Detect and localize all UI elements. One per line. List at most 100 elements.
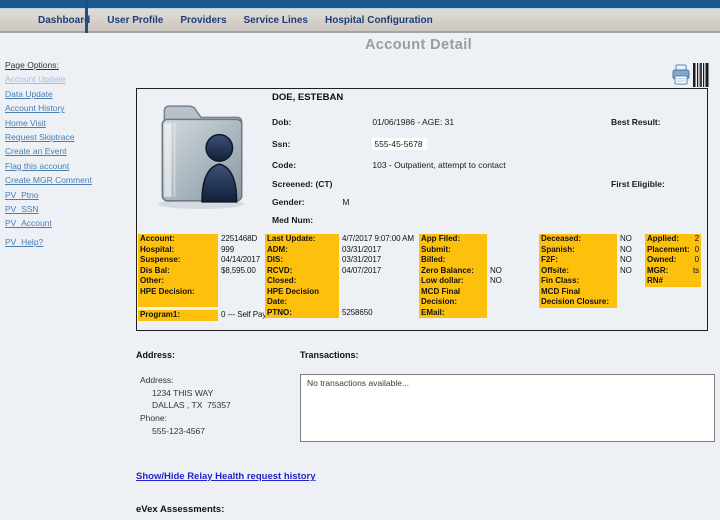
evex-assessments-header: eVex Assessments: — [136, 504, 224, 515]
grid-label: Applied: — [647, 234, 679, 245]
grid-value: 999 — [218, 245, 234, 256]
sidebar-link-pv-help[interactable]: PV_Help? — [5, 235, 92, 249]
grid-row: PTNO:5258650 — [265, 308, 414, 319]
address-block: Address: 1234 THIS WAY DALLAS , TX 75357… — [140, 374, 231, 438]
grid-row: RCVD:04/07/2017 — [265, 266, 414, 277]
grid-label: HPE Decision: — [138, 287, 218, 298]
address-header: Address: — [136, 350, 175, 360]
grid-row: ADM:03/31/2017 — [265, 245, 414, 256]
grid-row: Fin Class: — [539, 276, 632, 287]
grid-value: NO — [617, 266, 632, 277]
grid-row: EMail: — [419, 308, 502, 319]
grid-label: Deceased: — [539, 234, 617, 245]
grid-row: Owned:0 — [645, 255, 701, 266]
grid-label: Dis Bal: — [138, 266, 218, 277]
grid-row: Last Update:4/7/2017 9:07:00 AM — [265, 234, 414, 245]
relay-health-link[interactable]: Show/Hide Relay Health request history — [136, 471, 316, 482]
transactions-box[interactable]: No transactions available... — [300, 374, 715, 442]
nav-item-hospital-configuration[interactable]: Hospital Configuration — [325, 15, 433, 26]
grid-row: App Filed: — [419, 234, 502, 245]
grid-value: 03/31/2017 — [339, 255, 381, 266]
code-value: 103 - Outpatient, attempt to contact — [372, 160, 505, 170]
sidebar-link-flag-this-account[interactable]: Flag this account — [5, 159, 92, 173]
grid-label: Account: — [138, 234, 218, 245]
sidebar-link-pv-ptno[interactable]: PV_Ptno — [5, 188, 92, 202]
sidebar-link-create-mgr-comment[interactable]: Create MGR Comment — [5, 173, 92, 187]
grid-label: DIS: — [265, 255, 339, 266]
sidebar-link-pv-ssn[interactable]: PV_SSN — [5, 202, 92, 216]
sidebar-link-account-update[interactable]: Account Update — [5, 72, 92, 86]
first-eligible-label: First Eligible: — [611, 179, 665, 189]
grid-label: MCD Final Decision Closure: — [539, 287, 617, 308]
dob-label: Dob: — [272, 117, 370, 127]
grid-label: EMail: — [419, 308, 487, 319]
grid-row: Zero Balance:NO — [419, 266, 502, 277]
transactions-header: Transactions: — [300, 350, 359, 360]
grid-label: Low dollar: — [419, 276, 487, 287]
nav-item-providers[interactable]: Providers — [180, 15, 226, 26]
nav-item-dashboard[interactable]: Dashboard — [38, 15, 90, 26]
sidebar-link-home-visit[interactable]: Home Visit — [5, 116, 92, 130]
gender-label: Gender: — [272, 197, 340, 207]
ssn-label: Ssn: — [272, 139, 370, 149]
grid-label: Hospital: — [138, 245, 218, 256]
grid-value: NO — [617, 245, 632, 256]
grid-value: 4/7/2017 9:07:00 AM — [339, 234, 414, 245]
top-banner — [0, 0, 720, 9]
page-title: Account Detail — [130, 37, 707, 53]
grid-row: MGR: ts — [645, 266, 701, 277]
grid-row: HPE Decision: — [138, 287, 266, 298]
sidebar-link-pv-account[interactable]: PV_Account — [5, 216, 92, 230]
sidebar-link-account-history[interactable]: Account History — [5, 101, 92, 115]
grid-label: Owned: — [647, 255, 676, 266]
sidebar-link-data-update[interactable]: Data Update — [5, 87, 92, 101]
print-icon[interactable] — [671, 64, 691, 91]
grid-label: PTNO: — [265, 308, 339, 319]
nav-item-service-lines[interactable]: Service Lines — [244, 15, 308, 26]
grid-row: RN# — [645, 276, 701, 287]
city-line: DALLAS , TX 75357 — [140, 399, 231, 412]
grid-value: NO — [617, 255, 632, 266]
account-detail-screen: Dashboard User Profile Providers Service… — [0, 0, 720, 520]
grid-label: MCD Final Decision: — [419, 287, 487, 308]
sidebar-link-request-skiptrace[interactable]: Request Skiptrace — [5, 130, 92, 144]
grid-row: Low dollar:NO — [419, 276, 502, 287]
grid-label: Placement: — [647, 245, 690, 256]
grid-value: 0 — [695, 245, 699, 256]
grid-label: Last Update: — [265, 234, 339, 245]
nav-item-user-profile[interactable]: User Profile — [107, 15, 163, 26]
screened-label: Screened: (CT) — [272, 179, 370, 189]
grid-col-5: Applied: 2 Placement: 0 Owned:0 MGR: ts RN# — [645, 234, 701, 287]
phone-label: Phone: — [140, 412, 231, 425]
grid-label: Submit: — [419, 245, 487, 256]
patient-folder-icon — [149, 97, 253, 213]
ssn-value: 555-45-5678 — [372, 138, 426, 150]
grid-label: Other: — [138, 276, 218, 287]
account-detail-panel: DOE, ESTEBAN Dob: 01/06/1986 - AGE: 31 B… — [136, 88, 708, 331]
grid-value: 2 — [695, 234, 699, 245]
grid-row: Closed: — [265, 276, 414, 287]
patient-name: DOE, ESTEBAN — [272, 92, 343, 103]
grid-value: 5258650 — [339, 308, 372, 319]
grid-label: Offsite: — [539, 266, 617, 277]
grid-label: MGR: — [647, 266, 668, 277]
phone-value: 555-123-4567 — [140, 425, 231, 438]
grid-label: RCVD: — [265, 266, 339, 277]
grid-row-program: Program1:0 --- Self Pay — [138, 310, 266, 321]
grid-row: Dis Bal:$8,595.00 — [138, 266, 266, 277]
grid-label: F2F: — [539, 255, 617, 266]
grid-row: DIS:03/31/2017 — [265, 255, 414, 266]
grid-value: ts — [693, 266, 699, 277]
grid-row: Account:2251468D — [138, 234, 266, 245]
best-result-label: Best Result: — [611, 117, 661, 127]
grid-label: RN# — [647, 276, 663, 287]
street-line: 1234 THIS WAY — [140, 387, 231, 400]
gender-value: M — [342, 197, 349, 207]
nav-separator — [85, 0, 88, 33]
grid-row: HPE Decision Date: — [265, 287, 414, 308]
grid-row: F2F:NO — [539, 255, 632, 266]
grid-col-1: Account:2251468D Hospital:999 Suspense:0… — [138, 234, 266, 321]
grid-value: NO — [487, 266, 502, 277]
grid-col-3: App Filed: Submit: Billed: Zero Balance:… — [419, 234, 502, 318]
sidebar-link-create-an-event[interactable]: Create an Event — [5, 144, 92, 158]
